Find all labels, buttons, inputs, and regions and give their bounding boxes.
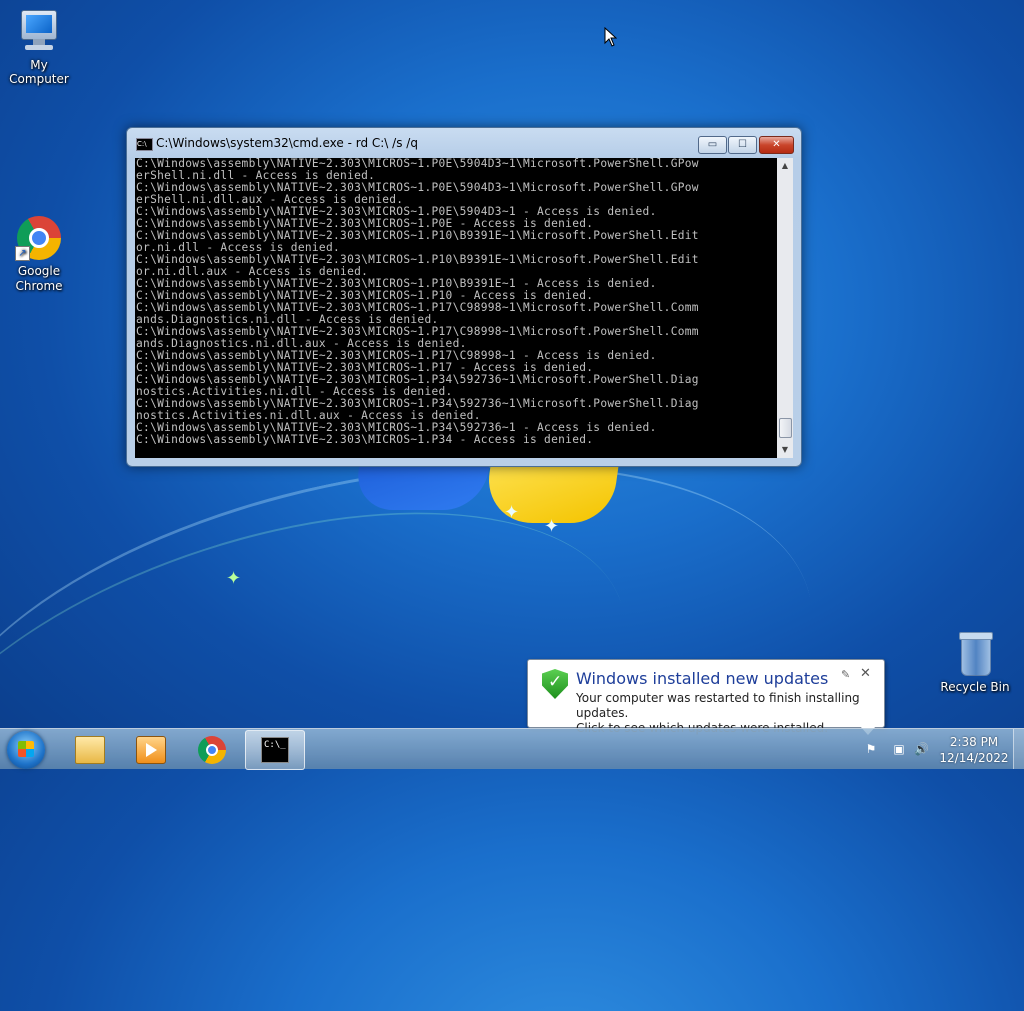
cmd-window[interactable]: C:\ C:\Windows\system32\cmd.exe - rd C:\…	[126, 127, 802, 467]
update-notification[interactable]: ✓ Windows installed new updates Your com…	[527, 659, 885, 735]
network-icon[interactable]: ▣	[892, 742, 906, 756]
taskbar-cmd-button[interactable]: C:\_	[245, 730, 305, 770]
start-button[interactable]	[7, 731, 45, 769]
taskbar-chrome-button[interactable]	[183, 730, 241, 768]
shield-check-icon: ✓	[542, 669, 568, 699]
desktop-icon-my-computer[interactable]: My Computer	[0, 8, 78, 86]
recycle-bin-icon	[951, 630, 999, 678]
action-center-flag-icon[interactable]: ⚑	[864, 742, 878, 756]
scroll-up-arrow-icon[interactable]: ▲	[777, 158, 793, 174]
scroll-down-arrow-icon[interactable]: ▼	[777, 442, 793, 458]
window-titlebar[interactable]: C:\ C:\Windows\system32\cmd.exe - rd C:\…	[127, 128, 801, 158]
options-icon[interactable]: ✎	[841, 668, 850, 681]
chrome-icon	[198, 736, 226, 764]
clock-time: 2:38 PM	[949, 735, 999, 749]
computer-icon	[15, 8, 63, 56]
mouse-cursor-icon	[604, 27, 617, 47]
media-player-icon	[136, 736, 166, 764]
close-button[interactable]: ✕	[759, 136, 794, 154]
desktop-icon-google-chrome[interactable]: ↗ Google Chrome	[0, 214, 78, 294]
cmd-icon: C:\_	[261, 737, 289, 763]
wallpaper-sparkle: ✦	[504, 502, 520, 523]
minimize-button[interactable]: ▭	[698, 136, 727, 154]
show-desktop-button[interactable]	[1013, 729, 1024, 769]
desktop-icon-recycle-bin[interactable]: Recycle Bin	[936, 630, 1014, 694]
vertical-scrollbar[interactable]: ▲ ▼	[777, 158, 793, 458]
clock-date: 12/14/2022	[939, 751, 1009, 765]
scrollbar-thumb[interactable]	[779, 418, 792, 438]
chrome-icon: ↗	[15, 214, 63, 262]
cmd-icon: C:\	[136, 138, 153, 151]
console-text: C:\Windows\assembly\NATIVE~2.303\MICROS~…	[136, 158, 699, 446]
taskbar: C:\_ ⚑ ▣ 🔊 2:38 PM 12/14/2022	[0, 728, 1024, 770]
maximize-button[interactable]: ☐	[728, 136, 757, 154]
desktop-icon-label: My Computer	[9, 58, 69, 86]
volume-icon[interactable]: 🔊	[914, 742, 929, 756]
wallpaper-sparkle: ✦	[544, 516, 560, 537]
taskbar-media-player-button[interactable]	[121, 730, 179, 768]
notification-title: Windows installed new updates	[576, 669, 829, 688]
desktop-icon-label: Recycle Bin	[940, 680, 1010, 694]
system-clock[interactable]: 2:38 PM 12/14/2022	[938, 734, 1010, 766]
console-output[interactable]: C:\Windows\assembly\NATIVE~2.303\MICROS~…	[135, 158, 777, 458]
taskbar-explorer-button[interactable]	[60, 730, 118, 768]
window-title: C:\Windows\system32\cmd.exe - rd C:\ /s …	[156, 136, 418, 150]
close-icon[interactable]: ✕	[860, 666, 871, 681]
folder-icon	[75, 736, 105, 764]
wallpaper-sparkle: ✦	[226, 568, 242, 589]
desktop-icon-label: Google Chrome	[15, 264, 63, 293]
notification-line: Your computer was restarted to finish in…	[576, 691, 860, 720]
